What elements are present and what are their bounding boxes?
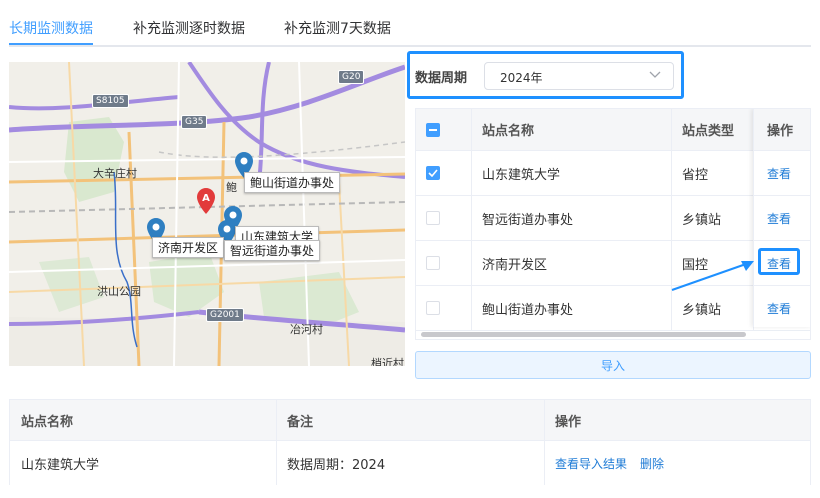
station-table: 站点名称 站点类型 操作 山东建筑大学 省控 查看 智远街道办事处 乡镇站 查看 xyxy=(415,108,811,340)
period-select-value: 2024年 xyxy=(500,71,543,85)
road-shield: G20 xyxy=(338,70,365,84)
map-place-label: 洪山公园 xyxy=(97,285,141,298)
table-header: 站点名称 站点类型 操作 xyxy=(416,109,810,151)
fixed-column-shadow xyxy=(753,109,810,327)
view-highlight xyxy=(758,248,800,275)
table-header: 站点名称 备注 操作 xyxy=(10,400,810,441)
table-row[interactable]: 山东建筑大学 省控 查看 xyxy=(416,151,810,196)
column-header-note: 备注 xyxy=(287,414,314,430)
map-place-label: 大辛庄村 xyxy=(93,167,137,180)
station-name: 智远街道办事处 xyxy=(482,212,574,228)
period-label: 数据周期 xyxy=(415,71,468,86)
station-type: 省控 xyxy=(682,167,709,183)
pin-letter: A xyxy=(202,193,210,204)
view-import-result-link[interactable]: 查看导入结果 xyxy=(555,441,627,485)
row-checkbox[interactable] xyxy=(426,166,440,180)
location-pin-icon[interactable]: A xyxy=(197,188,215,214)
import-button[interactable]: 导入 xyxy=(415,351,811,379)
station-label[interactable]: 鲍山街道办事处 xyxy=(244,172,341,193)
column-header-name: 站点名称 xyxy=(21,414,74,430)
arrow-annotation-icon xyxy=(671,261,754,291)
row-checkbox[interactable] xyxy=(426,256,440,270)
station-label[interactable]: 济南开发区 xyxy=(152,237,225,258)
horizontal-scrollbar[interactable] xyxy=(421,332,746,337)
map-place-label: 鲍 xyxy=(226,181,237,194)
tab-hourly-data[interactable]: 补充监测逐时数据 xyxy=(133,18,245,38)
check-icon xyxy=(428,169,438,177)
delete-link[interactable]: 删除 xyxy=(640,441,664,485)
result-note: 数据周期：2024 xyxy=(287,457,386,473)
tab-long-term-data[interactable]: 长期监测数据 xyxy=(9,18,93,38)
import-result-table: 站点名称 备注 操作 山东建筑大学 数据周期：2024 查看导入结果 删除 xyxy=(9,399,811,485)
tab-7day-data[interactable]: 补充监测7天数据 xyxy=(284,18,391,38)
map-place-label: 冶河村 xyxy=(290,323,323,336)
tab-bar: 长期监测数据 补充监测逐时数据 补充监测7天数据 xyxy=(9,0,811,47)
minus-icon xyxy=(429,128,437,131)
station-label[interactable]: 智远街道办事处 xyxy=(224,240,321,261)
active-tab-indicator xyxy=(9,43,93,45)
table-row[interactable]: 智远街道办事处 乡镇站 查看 xyxy=(416,196,810,241)
column-header-op: 操作 xyxy=(555,414,582,430)
period-select[interactable]: 2024年 xyxy=(484,62,674,90)
result-station-name: 山东建筑大学 xyxy=(21,457,100,473)
station-name: 山东建筑大学 xyxy=(482,167,561,183)
column-header-type: 站点类型 xyxy=(682,124,735,139)
road-shield: G35 xyxy=(181,115,208,129)
row-checkbox[interactable] xyxy=(426,301,440,315)
map-place-label: 梢近村 xyxy=(371,357,404,366)
row-checkbox[interactable] xyxy=(426,211,440,225)
chevron-down-icon xyxy=(649,71,661,78)
road-shield: G2001 xyxy=(206,308,244,322)
station-name: 济南开发区 xyxy=(482,257,548,273)
station-type: 乡镇站 xyxy=(682,212,722,228)
station-map[interactable]: 大辛庄村 洪山公园 冶河村 梢近村 鲍 S8105 G35 G20 G2001 … xyxy=(9,62,405,366)
road-shield: S8105 xyxy=(92,94,129,108)
column-header-name: 站点名称 xyxy=(482,124,535,139)
table-row: 山东建筑大学 数据周期：2024 查看导入结果 删除 xyxy=(10,441,810,485)
station-name: 鲍山街道办事处 xyxy=(482,302,574,318)
select-all-checkbox[interactable] xyxy=(426,122,440,137)
